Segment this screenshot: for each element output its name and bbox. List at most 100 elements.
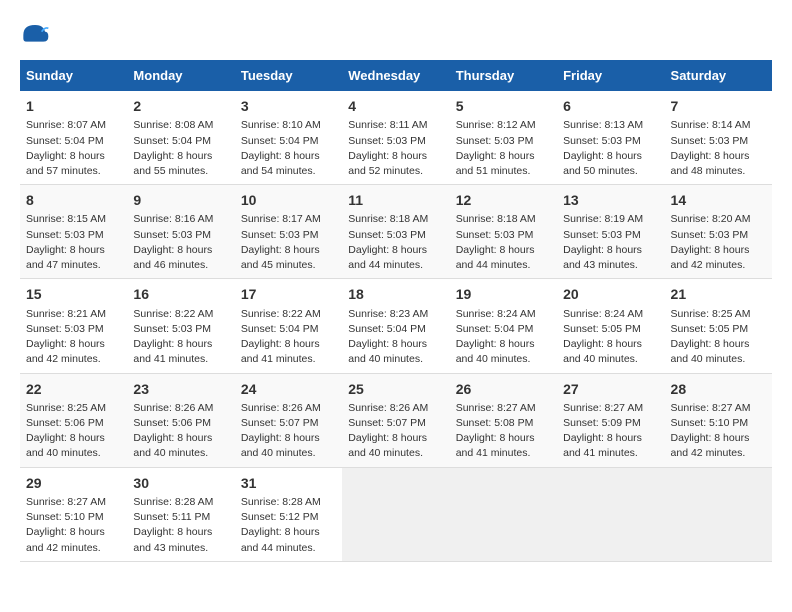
calendar-cell: 7 Sunrise: 8:14 AM Sunset: 5:03 PM Dayli… <box>665 91 772 185</box>
daylight-label: Daylight: 8 hours and 46 minutes. <box>133 244 212 271</box>
calendar-cell: 24 Sunrise: 8:26 AM Sunset: 5:07 PM Dayl… <box>235 373 342 467</box>
calendar-cell: 13 Sunrise: 8:19 AM Sunset: 5:03 PM Dayl… <box>557 185 664 279</box>
calendar-cell: 2 Sunrise: 8:08 AM Sunset: 5:04 PM Dayli… <box>127 91 234 185</box>
sunset-label: Sunset: 5:04 PM <box>348 323 426 335</box>
sunrise-label: Sunrise: 8:25 AM <box>671 308 751 320</box>
day-number: 3 <box>241 96 336 116</box>
sunrise-label: Sunrise: 8:27 AM <box>26 496 106 508</box>
day-number: 4 <box>348 96 443 116</box>
day-number: 14 <box>671 190 766 210</box>
daylight-label: Daylight: 8 hours and 50 minutes. <box>563 150 642 177</box>
day-number: 24 <box>241 379 336 399</box>
sunset-label: Sunset: 5:05 PM <box>563 323 641 335</box>
daylight-label: Daylight: 8 hours and 41 minutes. <box>563 432 642 459</box>
sunrise-label: Sunrise: 8:13 AM <box>563 119 643 131</box>
sunrise-label: Sunrise: 8:20 AM <box>671 213 751 225</box>
sunset-label: Sunset: 5:09 PM <box>563 417 641 429</box>
calendar-cell: 8 Sunrise: 8:15 AM Sunset: 5:03 PM Dayli… <box>20 185 127 279</box>
daylight-label: Daylight: 8 hours and 40 minutes. <box>241 432 320 459</box>
day-number: 8 <box>26 190 121 210</box>
daylight-label: Daylight: 8 hours and 40 minutes. <box>348 432 427 459</box>
sunrise-label: Sunrise: 8:27 AM <box>671 402 751 414</box>
weekday-header-tuesday: Tuesday <box>235 60 342 91</box>
sunrise-label: Sunrise: 8:28 AM <box>133 496 213 508</box>
sunset-label: Sunset: 5:03 PM <box>133 229 211 241</box>
sunset-label: Sunset: 5:08 PM <box>456 417 534 429</box>
calendar-cell: 31 Sunrise: 8:28 AM Sunset: 5:12 PM Dayl… <box>235 467 342 561</box>
logo-icon <box>20 20 50 50</box>
daylight-label: Daylight: 8 hours and 40 minutes. <box>563 338 642 365</box>
calendar-cell: 14 Sunrise: 8:20 AM Sunset: 5:03 PM Dayl… <box>665 185 772 279</box>
calendar-cell: 6 Sunrise: 8:13 AM Sunset: 5:03 PM Dayli… <box>557 91 664 185</box>
sunset-label: Sunset: 5:03 PM <box>671 229 749 241</box>
daylight-label: Daylight: 8 hours and 40 minutes. <box>348 338 427 365</box>
day-number: 9 <box>133 190 228 210</box>
calendar-cell: 9 Sunrise: 8:16 AM Sunset: 5:03 PM Dayli… <box>127 185 234 279</box>
sunset-label: Sunset: 5:04 PM <box>456 323 534 335</box>
daylight-label: Daylight: 8 hours and 42 minutes. <box>671 432 750 459</box>
calendar-cell: 18 Sunrise: 8:23 AM Sunset: 5:04 PM Dayl… <box>342 279 449 373</box>
day-number: 26 <box>456 379 551 399</box>
sunrise-label: Sunrise: 8:08 AM <box>133 119 213 131</box>
calendar-cell: 19 Sunrise: 8:24 AM Sunset: 5:04 PM Dayl… <box>450 279 557 373</box>
calendar-cell <box>450 467 557 561</box>
calendar-cell: 5 Sunrise: 8:12 AM Sunset: 5:03 PM Dayli… <box>450 91 557 185</box>
weekday-header-sunday: Sunday <box>20 60 127 91</box>
weekday-header-saturday: Saturday <box>665 60 772 91</box>
sunrise-label: Sunrise: 8:28 AM <box>241 496 321 508</box>
sunrise-label: Sunrise: 8:12 AM <box>456 119 536 131</box>
calendar-week-row: 15 Sunrise: 8:21 AM Sunset: 5:03 PM Dayl… <box>20 279 772 373</box>
day-number: 31 <box>241 473 336 493</box>
calendar-cell: 17 Sunrise: 8:22 AM Sunset: 5:04 PM Dayl… <box>235 279 342 373</box>
calendar-cell: 11 Sunrise: 8:18 AM Sunset: 5:03 PM Dayl… <box>342 185 449 279</box>
daylight-label: Daylight: 8 hours and 45 minutes. <box>241 244 320 271</box>
daylight-label: Daylight: 8 hours and 40 minutes. <box>26 432 105 459</box>
sunset-label: Sunset: 5:06 PM <box>133 417 211 429</box>
sunset-label: Sunset: 5:11 PM <box>133 511 210 523</box>
calendar-cell: 26 Sunrise: 8:27 AM Sunset: 5:08 PM Dayl… <box>450 373 557 467</box>
calendar-cell: 30 Sunrise: 8:28 AM Sunset: 5:11 PM Dayl… <box>127 467 234 561</box>
sunset-label: Sunset: 5:06 PM <box>26 417 104 429</box>
sunset-label: Sunset: 5:03 PM <box>241 229 319 241</box>
calendar-cell: 20 Sunrise: 8:24 AM Sunset: 5:05 PM Dayl… <box>557 279 664 373</box>
sunset-label: Sunset: 5:03 PM <box>456 135 534 147</box>
sunset-label: Sunset: 5:03 PM <box>133 323 211 335</box>
sunset-label: Sunset: 5:03 PM <box>563 229 641 241</box>
day-number: 30 <box>133 473 228 493</box>
sunrise-label: Sunrise: 8:18 AM <box>348 213 428 225</box>
day-number: 21 <box>671 284 766 304</box>
sunset-label: Sunset: 5:03 PM <box>26 229 104 241</box>
sunrise-label: Sunrise: 8:26 AM <box>348 402 428 414</box>
day-number: 17 <box>241 284 336 304</box>
day-number: 15 <box>26 284 121 304</box>
day-number: 13 <box>563 190 658 210</box>
weekday-header-thursday: Thursday <box>450 60 557 91</box>
calendar-cell: 10 Sunrise: 8:17 AM Sunset: 5:03 PM Dayl… <box>235 185 342 279</box>
day-number: 19 <box>456 284 551 304</box>
calendar-cell: 1 Sunrise: 8:07 AM Sunset: 5:04 PM Dayli… <box>20 91 127 185</box>
daylight-label: Daylight: 8 hours and 48 minutes. <box>671 150 750 177</box>
sunrise-label: Sunrise: 8:10 AM <box>241 119 321 131</box>
daylight-label: Daylight: 8 hours and 47 minutes. <box>26 244 105 271</box>
calendar-cell: 25 Sunrise: 8:26 AM Sunset: 5:07 PM Dayl… <box>342 373 449 467</box>
sunset-label: Sunset: 5:04 PM <box>26 135 104 147</box>
sunrise-label: Sunrise: 8:18 AM <box>456 213 536 225</box>
weekday-header-friday: Friday <box>557 60 664 91</box>
sunrise-label: Sunrise: 8:16 AM <box>133 213 213 225</box>
sunset-label: Sunset: 5:12 PM <box>241 511 319 523</box>
calendar-cell <box>665 467 772 561</box>
day-number: 5 <box>456 96 551 116</box>
sunset-label: Sunset: 5:10 PM <box>26 511 104 523</box>
sunrise-label: Sunrise: 8:21 AM <box>26 308 106 320</box>
calendar-week-row: 29 Sunrise: 8:27 AM Sunset: 5:10 PM Dayl… <box>20 467 772 561</box>
day-number: 27 <box>563 379 658 399</box>
page-header <box>20 20 772 50</box>
daylight-label: Daylight: 8 hours and 44 minutes. <box>241 526 320 553</box>
day-number: 11 <box>348 190 443 210</box>
daylight-label: Daylight: 8 hours and 44 minutes. <box>456 244 535 271</box>
sunset-label: Sunset: 5:03 PM <box>348 135 426 147</box>
sunset-label: Sunset: 5:04 PM <box>241 135 319 147</box>
calendar-table: SundayMondayTuesdayWednesdayThursdayFrid… <box>20 60 772 562</box>
daylight-label: Daylight: 8 hours and 57 minutes. <box>26 150 105 177</box>
day-number: 28 <box>671 379 766 399</box>
